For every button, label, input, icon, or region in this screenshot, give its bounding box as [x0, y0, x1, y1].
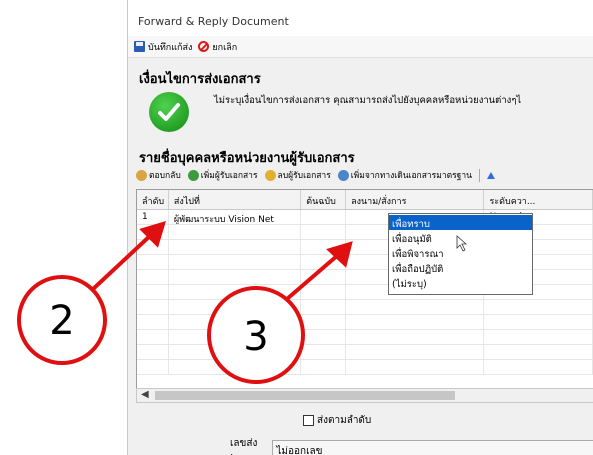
action-option-consider[interactable]: เพื่อพิจารณา: [389, 245, 532, 260]
window-title: Forward & Reply Document: [128, 0, 593, 36]
reply-icon: [136, 169, 147, 181]
column-header-order[interactable]: ลำดับ: [137, 190, 169, 209]
scrollbar-thumb[interactable]: [155, 391, 455, 400]
action-dropdown-list[interactable]: เพื่อทราบ เพื่ออนุมัติ เพื่อพิจารณา เพื่…: [388, 213, 533, 295]
doc-number-field[interactable]: ไม่ออกเลข: [272, 439, 593, 455]
cell-order: 1: [137, 210, 169, 224]
callout-number-2: 2: [49, 298, 74, 344]
column-header-level[interactable]: ระดับควา...: [484, 190, 593, 209]
send-in-order-control[interactable]: ส่งตามลำดับ: [303, 413, 371, 428]
add-recipient-button[interactable]: เพิ่มผู้รับเอกสาร: [187, 168, 258, 182]
doc-number-row: เลขส่ง : ไม่ออกเลข: [230, 436, 593, 455]
empty-row: [137, 300, 593, 315]
cell-send-to: ผู้พัฒนาระบบ Vision Net: [169, 210, 302, 224]
cancel-label: ยกเลิก: [212, 42, 238, 53]
action-option-acknowledge[interactable]: เพื่อทราบ: [389, 215, 532, 230]
save-label: บันทึกแก้ส่ง: [148, 42, 193, 53]
column-header-original[interactable]: ต้นฉบับ: [301, 190, 347, 209]
condition-message: ไม่ระบุเงื่อนไขการส่งเอกสาร คุณสามารถส่ง…: [214, 95, 522, 106]
empty-row: [137, 360, 593, 375]
add-from-route-button[interactable]: เพิ่มจากทางเดินเอกสารมาตรฐาน: [337, 168, 472, 182]
cancel-icon: [198, 41, 210, 52]
callout-circle-2: [17, 275, 107, 365]
grid-header: ลำดับ ส่งไปที่ ต้นฉบับ ลงนาม/สั่งการ ระด…: [137, 190, 593, 210]
move-up-icon[interactable]: [486, 171, 495, 179]
empty-row: [137, 315, 593, 330]
action-option-unspecified[interactable]: (ไม่ระบุ): [389, 275, 532, 290]
send-in-order-checkbox[interactable]: [303, 415, 314, 426]
reply-button[interactable]: ตอบกลับ: [136, 168, 181, 182]
save-icon: [134, 41, 145, 52]
horizontal-scrollbar[interactable]: ◀: [136, 388, 593, 403]
add-user-icon: [187, 169, 199, 181]
cell-original[interactable]: [301, 210, 347, 224]
toolbar-divider: [478, 168, 480, 182]
remove-recipient-button[interactable]: ลบผู้รับเอกสาร: [264, 168, 331, 182]
route-icon: [337, 169, 349, 181]
send-in-order-label: ส่งตามลำดับ: [317, 415, 372, 426]
action-option-approve[interactable]: เพื่ออนุมัติ: [389, 230, 532, 245]
condition-title: เงื่อนไขการส่งเอกสาร: [139, 72, 261, 87]
remove-user-icon: [264, 169, 276, 181]
check-icon: [149, 92, 189, 132]
recipients-title: รายชื่อบุคคลหรือหน่วยงานผู้รับเอกสาร: [139, 151, 355, 166]
column-header-action[interactable]: ลงนาม/สั่งการ: [346, 190, 485, 209]
save-button[interactable]: บันทึกแก้ส่ง: [134, 40, 192, 54]
cancel-button[interactable]: ยกเลิก: [198, 40, 237, 54]
doc-number-label: เลขส่ง :: [230, 438, 258, 455]
empty-row: [137, 330, 593, 345]
column-header-send-to[interactable]: ส่งไปที่: [169, 190, 302, 209]
main-toolbar: บันทึกแก้ส่ง ยกเลิก: [128, 36, 593, 58]
action-option-comply[interactable]: เพื่อถือปฏิบัติ: [389, 260, 532, 275]
forward-reply-window: Forward & Reply Document บันทึกแก้ส่ง ยก…: [127, 0, 593, 455]
scroll-left-icon[interactable]: ◀: [141, 389, 149, 400]
recipients-toolbar: ตอบกลับ เพิ่มผู้รับเอกสาร ลบผู้รับเอกสาร…: [136, 166, 495, 184]
empty-row: [137, 345, 593, 360]
